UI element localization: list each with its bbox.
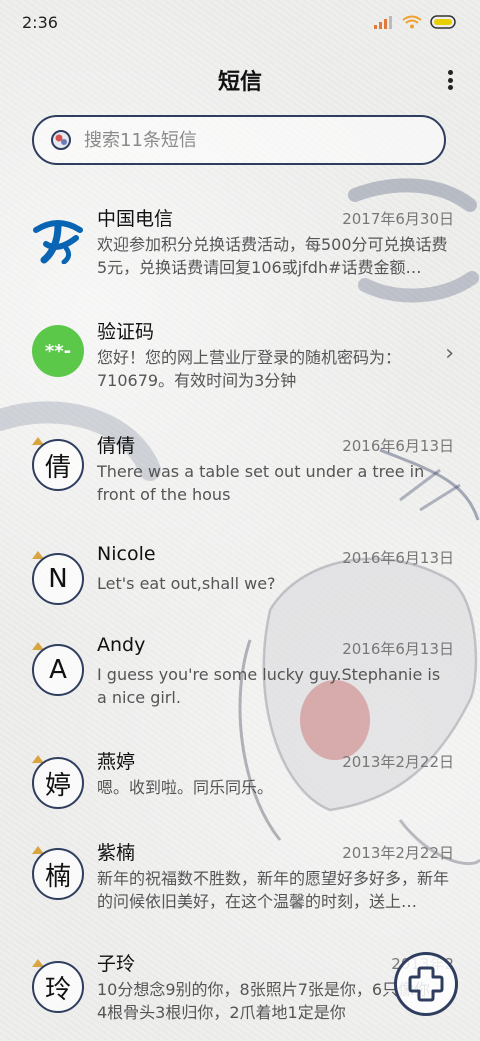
china-telecom-logo-icon bbox=[33, 220, 83, 264]
avatar: N bbox=[32, 553, 84, 605]
conversation-item[interactable]: **- 验证码 › 您好！您的网上营业厅登录的随机密码为：710679。有效时间… bbox=[0, 305, 480, 405]
avatar-text: **- bbox=[44, 340, 72, 362]
avatar: 玲 bbox=[32, 961, 84, 1013]
search-input[interactable] bbox=[82, 128, 406, 152]
avatar: 倩 bbox=[32, 439, 84, 491]
more-dot bbox=[447, 77, 453, 83]
more-vertical-icon bbox=[447, 70, 453, 75]
wifi-icon bbox=[402, 15, 422, 29]
message-preview: Let's eat out,shall we? bbox=[97, 574, 276, 593]
contact-name: 子玲 bbox=[97, 953, 136, 975]
message-date: 2013年2月22日 bbox=[342, 844, 454, 862]
message-preview: 欢迎参加积分兑换话费活动，每500分可兑换话费5元，兑换话费请回复106或jfd… bbox=[97, 235, 448, 277]
contact-name: 紫楠 bbox=[97, 842, 136, 864]
conversation-item[interactable]: A Andy 2016年6月13日 I guess you're some lu… bbox=[0, 624, 480, 724]
new-message-button[interactable] bbox=[394, 952, 458, 1016]
avatar-text: 倩 bbox=[44, 452, 71, 483]
message-preview: 新年的祝福数不胜数，新年的愿望好多好多，新年的问候依旧美好，在这个温馨的时刻，送… bbox=[97, 869, 450, 911]
more-options-button[interactable] bbox=[444, 66, 456, 94]
status-bar: 2:36 bbox=[0, 0, 480, 44]
message-date: 2016年6月13日 bbox=[342, 437, 454, 455]
message-preview: 您好！您的网上营业厅登录的随机密码为：710679。有效时间为3分钟 bbox=[97, 348, 402, 390]
conversation-item[interactable]: 中国电信 2017年6月30日 欢迎参加积分兑换话费活动，每500分可兑换话费5… bbox=[0, 192, 480, 292]
page-title: 短信 bbox=[217, 70, 262, 95]
contact-name: Nicole bbox=[97, 543, 156, 565]
battery-icon bbox=[430, 15, 456, 29]
conversation-item[interactable]: 倩 倩倩 2016年6月13日 There was a table set ou… bbox=[0, 419, 480, 519]
more-dot bbox=[447, 85, 453, 90]
conversation-item[interactable]: 楠 紫楠 2013年2月22日 新年的祝福数不胜数，新年的愿望好多好多，新年的问… bbox=[0, 828, 480, 928]
contact-name: 验证码 bbox=[97, 321, 155, 343]
plus-icon bbox=[408, 966, 444, 1002]
search-bar[interactable] bbox=[32, 115, 446, 165]
avatar: **- bbox=[32, 325, 84, 377]
avatar-text: 楠 bbox=[44, 861, 71, 892]
avatar-text: N bbox=[48, 564, 68, 594]
status-time: 2:36 bbox=[22, 12, 58, 32]
message-preview: 嗯。收到啦。同乐同乐。 bbox=[97, 778, 274, 797]
avatar-text: 玲 bbox=[44, 974, 71, 1005]
message-preview: I guess you're some lucky guy.Stephanie … bbox=[97, 665, 441, 707]
avatar-text: 婷 bbox=[44, 770, 71, 801]
contact-name: 倩倩 bbox=[97, 435, 136, 457]
contact-name: Andy bbox=[97, 634, 146, 656]
status-icons bbox=[374, 15, 458, 29]
conversation-item[interactable]: 婷 燕婷 2013年2月22日 嗯。收到啦。同乐同乐。 bbox=[0, 737, 480, 817]
avatar bbox=[32, 212, 84, 264]
avatar: 婷 bbox=[32, 757, 84, 809]
avatar-text: A bbox=[49, 655, 67, 685]
signal-icon bbox=[374, 16, 392, 29]
contact-name: 燕婷 bbox=[97, 751, 136, 773]
avatar: A bbox=[32, 644, 84, 696]
message-date: 2016年6月13日 bbox=[342, 640, 454, 658]
message-preview: There was a table set out under a tree i… bbox=[97, 462, 425, 504]
message-date: 2017年6月30日 bbox=[342, 210, 454, 228]
header: 短信 bbox=[0, 58, 480, 102]
conversation-item[interactable]: N Nicole 2016年6月13日 Let's eat out,shall … bbox=[0, 533, 480, 613]
message-date: 2016年6月13日 bbox=[342, 549, 454, 567]
search-icon bbox=[51, 130, 71, 150]
message-date: 2013年2月22日 bbox=[342, 753, 454, 771]
avatar: 楠 bbox=[32, 848, 84, 900]
contact-name: 中国电信 bbox=[97, 208, 174, 230]
